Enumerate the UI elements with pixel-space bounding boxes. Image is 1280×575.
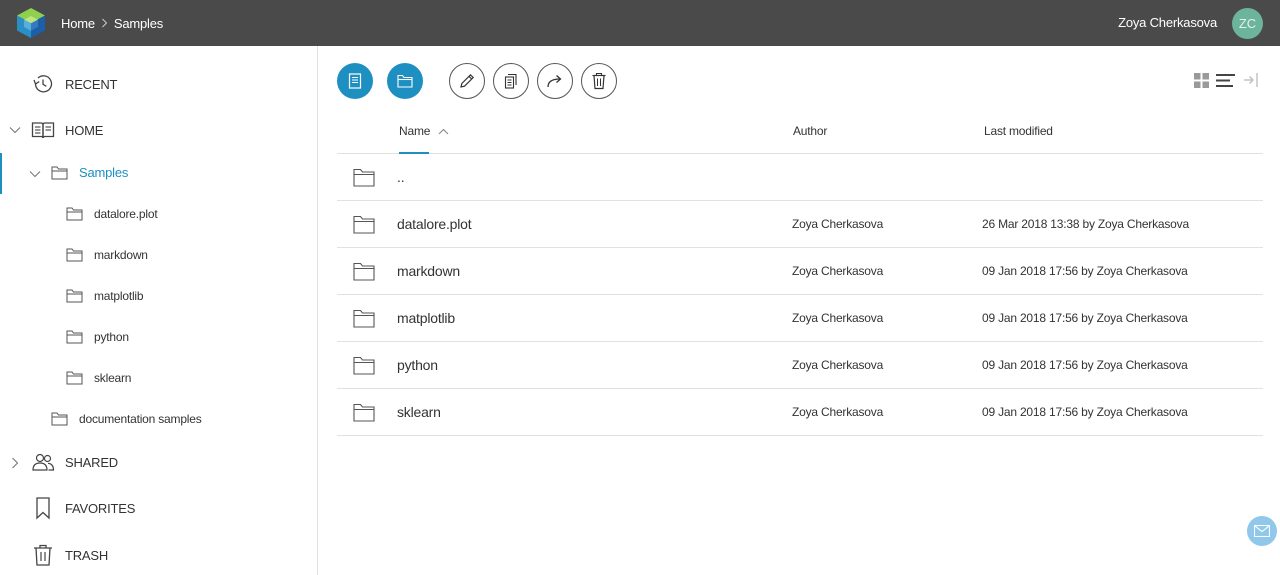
sidebar-item-favorites[interactable]: FAVORITES — [31, 496, 135, 520]
sidebar-label-recent: RECENT — [65, 76, 118, 92]
row-name: sklearn — [397, 404, 441, 420]
datalore-logo-icon[interactable] — [16, 7, 46, 39]
sidebar-item-samples[interactable]: Samples — [51, 165, 128, 180]
sidebar-label-datalore-plot: datalore.plot — [94, 206, 158, 221]
row-author: Zoya Cherkasova — [792, 264, 884, 278]
column-header-last-modified[interactable]: Last modified — [984, 124, 1053, 138]
chevron-down-icon[interactable] — [29, 169, 41, 179]
sidebar-label-matplotlib: matplotlib — [94, 288, 144, 303]
breadcrumb-home[interactable]: Home — [61, 16, 95, 31]
folder-icon — [353, 309, 375, 328]
folder-icon — [66, 330, 83, 344]
column-header-name[interactable]: Name — [399, 124, 449, 138]
chevron-down-icon[interactable] — [9, 125, 21, 135]
sidebar-item-recent[interactable]: RECENT — [31, 72, 117, 96]
table-row[interactable]: datalore.plot Zoya Cherkasova 26 Mar 201… — [337, 201, 1263, 248]
table-row[interactable]: python Zoya Cherkasova 09 Jan 2018 17:56… — [337, 342, 1263, 389]
new-folder-icon — [397, 74, 413, 88]
sidebar-item-datalore-plot[interactable]: datalore.plot — [66, 206, 158, 221]
new-notebook-icon — [348, 73, 362, 89]
top-bar: Home Samples Zoya Cherkasova ZC — [0, 0, 1280, 46]
grid-view-icon[interactable] — [1194, 73, 1209, 88]
sidebar-label-markdown: markdown — [94, 247, 148, 262]
book-icon — [31, 122, 55, 139]
sidebar-item-documentation-samples[interactable]: documentation samples — [51, 411, 202, 426]
row-last-modified: 09 Jan 2018 17:56 by Zoya Cherkasova — [982, 311, 1188, 325]
sidebar-item-sklearn[interactable]: sklearn — [66, 370, 131, 385]
row-author: Zoya Cherkasova — [792, 358, 884, 372]
shared-users-icon — [32, 453, 55, 471]
folder-icon — [51, 412, 68, 426]
breadcrumb: Home Samples — [61, 0, 163, 46]
folder-icon — [353, 168, 375, 187]
column-header-author[interactable]: Author — [793, 124, 827, 138]
sidebar-item-python[interactable]: python — [66, 329, 129, 344]
user-name[interactable]: Zoya Cherkasova — [1118, 0, 1217, 46]
sidebar-item-trash[interactable]: TRASH — [31, 543, 108, 567]
envelope-icon — [1254, 525, 1270, 537]
breadcrumb-samples[interactable]: Samples — [114, 16, 163, 31]
folder-icon — [66, 248, 83, 262]
row-last-modified: 09 Jan 2018 17:56 by Zoya Cherkasova — [982, 405, 1188, 419]
sidebar-label-sklearn: sklearn — [94, 370, 132, 385]
sidebar-item-markdown[interactable]: markdown — [66, 247, 148, 262]
rename-button[interactable] — [449, 63, 485, 99]
row-author: Zoya Cherkasova — [792, 217, 884, 231]
new-folder-button[interactable] — [387, 63, 423, 99]
row-name: matplotlib — [397, 310, 455, 326]
delete-icon — [592, 72, 606, 90]
row-author: Zoya Cherkasova — [792, 311, 884, 325]
selection-indicator — [0, 153, 2, 194]
sidebar-label-home: HOME — [65, 122, 104, 138]
row-name: python — [397, 357, 438, 373]
chevron-right-icon — [102, 18, 108, 28]
row-author: Zoya Cherkasova — [792, 405, 884, 419]
sort-ascending-icon — [438, 129, 449, 135]
folder-icon — [353, 262, 375, 281]
duplicate-button[interactable] — [493, 63, 529, 99]
bookmark-icon — [36, 497, 50, 520]
folder-icon — [353, 403, 375, 422]
move-button[interactable] — [537, 63, 573, 99]
sidebar-label-documentation-samples: documentation samples — [79, 411, 202, 426]
folder-icon — [66, 371, 83, 385]
folder-icon — [353, 356, 375, 375]
collapse-panel-icon[interactable] — [1243, 72, 1259, 88]
folder-icon — [66, 289, 83, 303]
sidebar-label-trash: TRASH — [65, 547, 109, 563]
sidebar-item-home[interactable]: HOME — [31, 119, 103, 141]
trash-icon — [34, 544, 52, 566]
table-row-parent[interactable]: .. — [337, 154, 1263, 201]
table-row[interactable]: sklearn Zoya Cherkasova 09 Jan 2018 17:5… — [337, 389, 1263, 436]
table-row[interactable]: markdown Zoya Cherkasova 09 Jan 2018 17:… — [337, 248, 1263, 295]
sidebar-label-samples: Samples — [79, 165, 129, 180]
sidebar-item-shared[interactable]: SHARED — [31, 451, 118, 473]
row-last-modified: 09 Jan 2018 17:56 by Zoya Cherkasova — [982, 358, 1188, 372]
sidebar-label-shared: SHARED — [65, 454, 118, 470]
new-notebook-button[interactable] — [337, 63, 373, 99]
row-name: .. — [397, 169, 405, 185]
row-last-modified: 26 Mar 2018 13:38 by Zoya Cherkasova — [982, 217, 1189, 231]
avatar[interactable]: ZC — [1232, 8, 1263, 39]
column-header-name-label: Name — [399, 124, 431, 138]
history-icon — [33, 75, 53, 93]
chevron-right-icon[interactable] — [10, 457, 20, 469]
folder-icon — [353, 215, 375, 234]
move-icon — [547, 75, 562, 88]
folder-icon — [66, 207, 83, 221]
rename-icon — [460, 73, 475, 88]
delete-button[interactable] — [581, 63, 617, 99]
row-name: markdown — [397, 263, 460, 279]
feedback-button[interactable] — [1247, 516, 1277, 546]
folder-icon — [51, 166, 68, 180]
sidebar-item-matplotlib[interactable]: matplotlib — [66, 288, 144, 303]
sidebar-label-favorites: FAVORITES — [65, 500, 136, 516]
duplicate-icon — [504, 73, 517, 89]
row-name: datalore.plot — [397, 216, 472, 232]
sidebar: RECENT HOME Samples datalore.plot markdo… — [0, 46, 318, 575]
table-row[interactable]: matplotlib Zoya Cherkasova 09 Jan 2018 1… — [337, 295, 1263, 342]
row-last-modified: 09 Jan 2018 17:56 by Zoya Cherkasova — [982, 264, 1188, 278]
list-view-icon[interactable] — [1216, 73, 1236, 88]
sidebar-label-python: python — [94, 329, 129, 344]
